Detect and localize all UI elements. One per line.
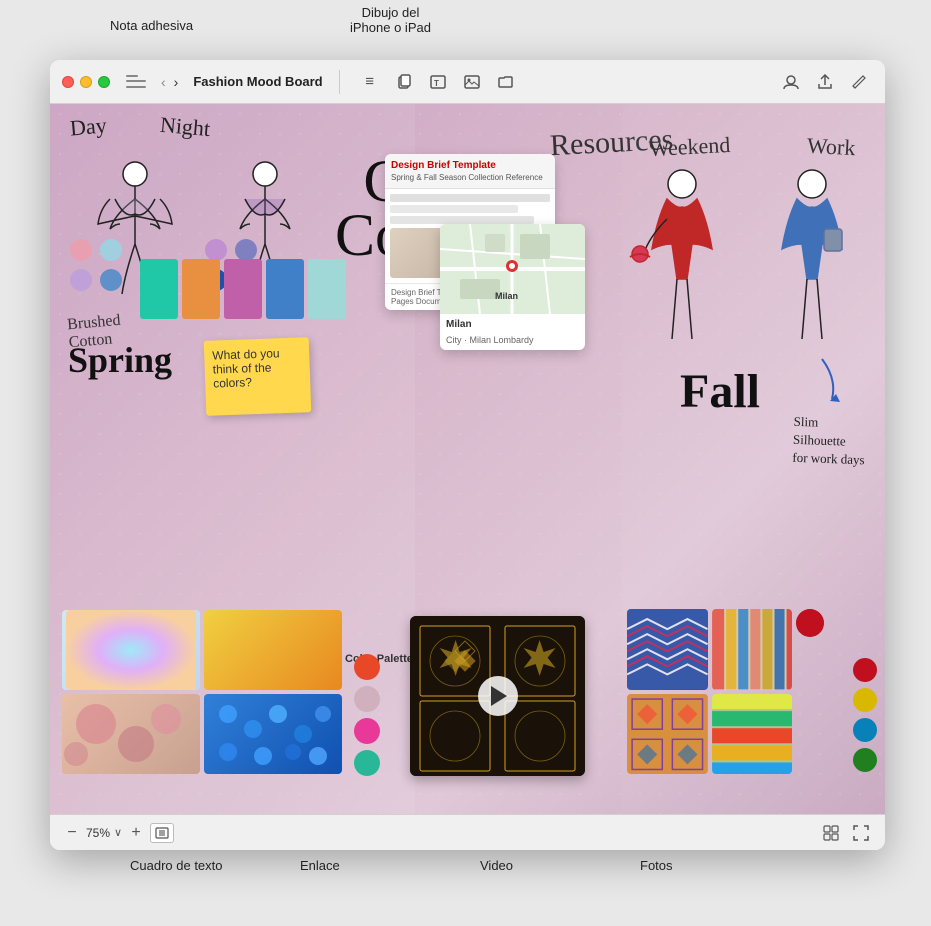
folder-icon[interactable] xyxy=(492,68,520,96)
fall-text: Fall xyxy=(680,364,760,419)
color-swatches-left xyxy=(70,239,122,291)
textbox-icon[interactable]: T xyxy=(424,68,452,96)
doc-card-subtitle: Spring & Fall Season Collection Referenc… xyxy=(391,173,549,182)
canvas: Day Night xyxy=(50,104,885,814)
map-card[interactable]: Milan Milan City · Milan Lombardy xyxy=(440,224,585,350)
play-button[interactable] xyxy=(478,676,518,716)
main-window: ‹ › Fashion Mood Board ≡ T xyxy=(50,60,885,850)
map-area: Milan xyxy=(440,224,585,314)
window-title: Fashion Mood Board xyxy=(193,74,322,89)
bottom-img-orange xyxy=(204,610,342,690)
copy-icon[interactable] xyxy=(390,68,418,96)
edit-icon[interactable] xyxy=(845,68,873,96)
text-icon[interactable]: ≡ xyxy=(356,68,384,96)
right-img-woven xyxy=(712,609,793,690)
doc-card-title: Design Brief Template xyxy=(391,160,549,171)
bottom-img-roses xyxy=(62,694,200,774)
nav-arrows: ‹ › xyxy=(158,72,181,92)
zoom-plus-button[interactable]: + xyxy=(126,823,146,843)
fabric-pink xyxy=(224,259,262,319)
right-img-chevron xyxy=(627,609,708,690)
zoom-controls: − 75% ∨ + xyxy=(62,823,174,843)
swatch-n1 xyxy=(205,239,227,261)
close-button[interactable] xyxy=(62,76,74,88)
day-label: Day xyxy=(69,112,108,141)
grid-view-icon[interactable] xyxy=(819,821,843,845)
swatch-purple xyxy=(70,269,92,291)
play-icon xyxy=(491,686,507,706)
map-sublabel: City · Milan Lombardy xyxy=(440,335,585,350)
annotation-fotos: Fotos xyxy=(640,858,673,873)
annotation-enlace: Enlace xyxy=(300,858,340,873)
rpalette-green xyxy=(853,748,877,772)
svg-text:T: T xyxy=(434,79,439,88)
annotation-nota-adhesiva: Nota adhesiva xyxy=(110,18,193,33)
video-inner xyxy=(410,616,585,776)
toolbar-right xyxy=(777,68,873,96)
right-color-red xyxy=(796,609,824,637)
swatch-n2 xyxy=(235,239,257,261)
fit-button[interactable] xyxy=(150,823,174,843)
palette-teal xyxy=(354,750,380,776)
fabric-swatches xyxy=(140,259,346,319)
spring-text: Spring xyxy=(68,339,172,381)
doc-card-header: Design Brief Template Spring & Fall Seas… xyxy=(385,154,555,189)
statusbar-right xyxy=(819,821,873,845)
minimize-button[interactable] xyxy=(80,76,92,88)
work-label: Work xyxy=(806,133,856,161)
annotation-dibujo: Dibujo deliPhone o iPad xyxy=(350,5,431,35)
image-icon[interactable] xyxy=(458,68,486,96)
forward-arrow[interactable]: › xyxy=(171,72,182,92)
rpalette-yellow xyxy=(853,688,877,712)
fit-screen-icon[interactable] xyxy=(849,821,873,845)
back-arrow[interactable]: ‹ xyxy=(158,72,169,92)
toolbar-divider xyxy=(339,70,340,94)
annotation-cuadro-texto: Cuadro de texto xyxy=(130,858,223,873)
sidebar-toggle[interactable] xyxy=(126,74,146,90)
right-img-fabrics xyxy=(712,694,793,775)
swatch-pink xyxy=(70,239,92,261)
rpalette-blue xyxy=(853,718,877,742)
right-color-palette xyxy=(853,658,877,772)
fabric-lightblue xyxy=(308,259,346,319)
right-img-tribal xyxy=(627,694,708,775)
bottom-images-left xyxy=(62,610,342,774)
rpalette-red xyxy=(853,658,877,682)
palette-red xyxy=(354,654,380,680)
traffic-lights xyxy=(62,76,110,88)
palette-hot-pink xyxy=(354,718,380,744)
night-label: Night xyxy=(159,112,211,142)
bottom-images-right xyxy=(627,609,877,774)
zoom-value: 75% xyxy=(86,826,110,840)
collab-icon[interactable] xyxy=(777,68,805,96)
zoom-minus-button[interactable]: − xyxy=(62,823,82,843)
svg-text:Milan: Milan xyxy=(495,291,518,301)
palette-pink-gray xyxy=(354,686,380,712)
video-tile[interactable] xyxy=(410,616,585,776)
fabric-teal xyxy=(140,259,178,319)
slim-silhouette-note: SlimSilhouettefor work days xyxy=(792,413,866,470)
statusbar: − 75% ∨ + xyxy=(50,814,885,850)
maximize-button[interactable] xyxy=(98,76,110,88)
color-palette-circles xyxy=(354,654,380,776)
toolbar-icons: ≡ T xyxy=(356,68,520,96)
share-icon[interactable] xyxy=(811,68,839,96)
map-label: Milan xyxy=(440,314,585,335)
fabric-blue xyxy=(266,259,304,319)
sticky-note[interactable]: What do you think of the colors? xyxy=(204,337,312,416)
swatch-blue xyxy=(100,239,122,261)
weekend-label: Weekend xyxy=(648,132,731,162)
annotation-video: Video xyxy=(480,858,513,873)
fabric-orange xyxy=(182,259,220,319)
bottom-img-blue-candy xyxy=(204,694,342,774)
titlebar: ‹ › Fashion Mood Board ≡ T xyxy=(50,60,885,104)
swatch-darkblue xyxy=(100,269,122,291)
sticky-note-text: What do you think of the colors? xyxy=(212,346,280,390)
zoom-dropdown[interactable]: ∨ xyxy=(114,826,122,839)
